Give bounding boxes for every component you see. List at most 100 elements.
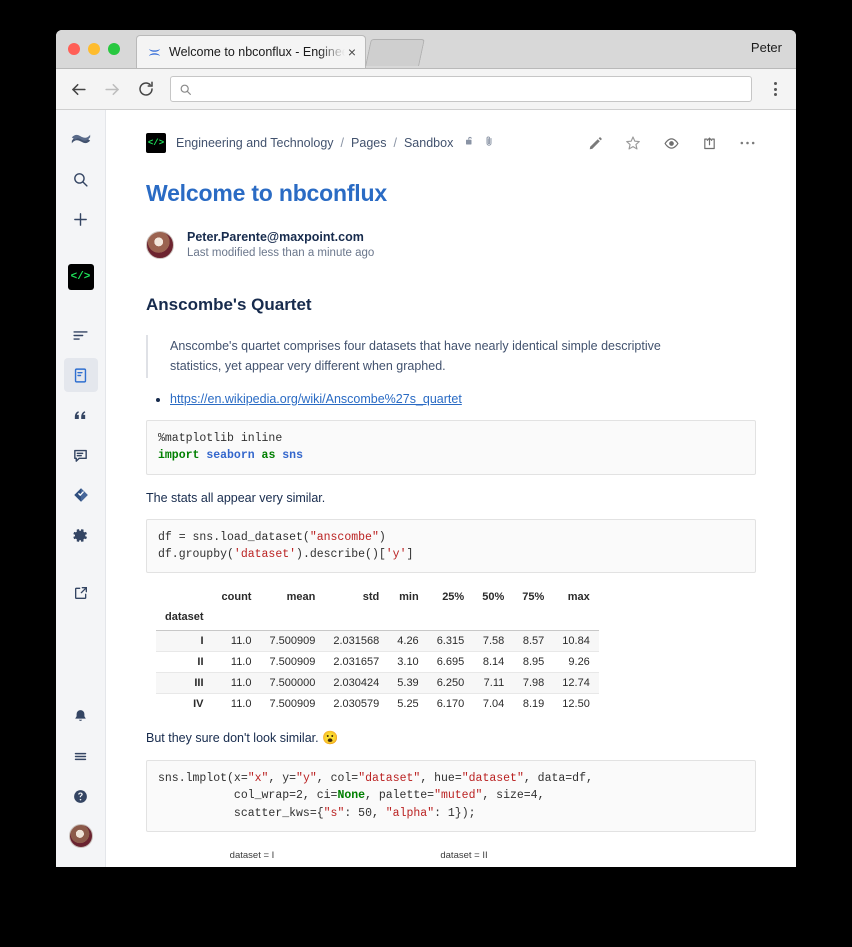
code-token: import [158,449,200,463]
table-cell: 11.0 [230,656,252,669]
browser-menu-button[interactable] [766,82,784,96]
more-icon[interactable] [739,140,756,146]
help-icon [74,789,87,803]
link-list: https://en.wikipedia.org/wiki/Anscombe%2… [146,392,756,406]
reload-button[interactable] [136,79,156,99]
sidebar-item-space-settings[interactable] [64,518,98,552]
new-tab-button[interactable] [365,39,425,66]
plot-title: dataset = I [229,849,275,861]
blog-quote-icon [74,410,86,419]
attachment-icon[interactable] [483,134,495,153]
page-content: </> Engineering and Technology / Pages /… [106,110,796,867]
code-token: scatter_kws={ [158,806,324,820]
table-cell: 7.500909 [269,698,316,711]
table-cell: 7.500909 [269,656,316,669]
confluence-logo-icon [71,134,90,144]
close-tab-button[interactable]: × [345,45,359,59]
breadcrumb-item-sandbox[interactable]: Sandbox [404,136,453,150]
code-token: %matplotlib inline [158,432,283,446]
forward-button[interactable] [102,79,122,99]
code-token: , y= [268,772,297,786]
back-button[interactable] [68,79,88,99]
global-sidebar: </> [56,110,106,867]
edit-icon[interactable] [588,136,603,151]
share-icon[interactable] [702,136,717,151]
code-token: : 1}); [434,806,476,820]
sidebar-item-blog[interactable] [64,398,98,432]
table-cell: 12.74 [562,677,590,690]
jupyter-x-icon [147,45,162,60]
code-token: "alpha" [385,806,435,820]
byline: Peter.Parente@maxpoint.com Last modified… [146,229,756,261]
code-token: ) [378,530,386,544]
row-index: II [197,656,204,669]
code-token: sns.lmplot(x= [158,772,248,786]
code-token: : 50, [344,806,386,820]
table-row: II 11.0 7.500909 2.031657 3.10 6.695 8.14 8.95 9… [156,651,599,673]
maximize-window-button[interactable] [108,43,120,55]
table-row: III 11.0 7.500000 2.030424 5.39 6.250 7.11 7.98… [156,672,599,694]
close-window-button[interactable] [68,43,80,55]
code-cell-describe[interactable]: df = sns.load_dataset("anscombe") df.gro… [146,518,756,574]
code-token: "dataset" [358,772,421,786]
author-name[interactable]: Peter.Parente@maxpoint.com [187,229,374,246]
dataframe-index-row: dataset [156,607,599,631]
row-index: I [200,635,204,648]
code-token: "y" [296,772,317,786]
table-cell: 8.19 [522,698,545,711]
sidebar-item-profile[interactable] [64,819,98,853]
table-cell: 6.250 [436,677,465,690]
external-link-icon [74,587,87,599]
blockquote-text: Anscombe's quartet comprises four datase… [170,339,661,373]
sidebar-divider-2 [64,300,98,318]
surprised-face-emoji: 😮 [322,730,339,746]
wikipedia-link[interactable]: https://en.wikipedia.org/wiki/Anscombe%2… [170,392,462,406]
sidebar-item-overview[interactable] [64,318,98,352]
title-bar: Welcome to nbconflux - Engineering and T… [56,30,796,69]
sidebar-item-menu[interactable] [64,739,98,773]
row-index: III [194,677,204,690]
plot-canvas: 81012 [177,866,179,867]
last-modified: Last modified less than a minute ago [187,246,375,259]
star-icon[interactable] [625,135,641,151]
sidebar-item-notifications[interactable] [64,699,98,733]
sidebar-item-space-logo[interactable]: </> [64,260,98,294]
table-cell: 8.95 [522,656,545,669]
sidebar-item-external-link[interactable] [64,576,98,610]
minimize-window-button[interactable] [88,43,100,55]
code-cell-import[interactable]: %matplotlib inline import seaborn as sns [146,420,756,475]
sidebar-item-pages[interactable] [63,358,98,392]
pages-icon [74,367,87,383]
code-cell-lmplot[interactable]: sns.lmplot(x="x", y="y", col="dataset", … [146,760,756,832]
table-cell: 12.50 [562,698,590,711]
blockquote: Anscombe's quartet comprises four datase… [146,335,756,379]
user-avatar [68,824,93,848]
breadcrumb-item-space[interactable]: Engineering and Technology [176,136,334,150]
table-cell: 11.0 [230,635,252,648]
sidebar-item-confluence-logo[interactable] [64,122,98,156]
sidebar-item-shortcut[interactable] [64,478,98,512]
sidebar-item-search[interactable] [64,162,98,196]
sidebar-item-comments[interactable] [64,438,98,472]
watch-icon[interactable] [663,135,680,152]
browser-tab-title: Welcome to nbconflux - Engineering and T… [169,45,345,59]
hamburger-menu-icon [74,752,87,760]
code-token: , hue= [420,772,462,786]
sidebar-item-help[interactable] [64,779,98,813]
breadcrumb-item-pages[interactable]: Pages [351,136,386,150]
overview-icon [73,330,88,340]
unlock-icon[interactable] [464,134,476,153]
table-cell: 2.031657 [333,656,380,669]
comment-icon [74,449,87,462]
table-cell: 3.10 [397,656,419,669]
author-avatar[interactable] [146,231,174,260]
dataframe-column-header: mean [260,587,325,608]
address-bar[interactable] [170,76,752,102]
code-token: "dataset" [461,772,524,786]
browser-profile-name[interactable]: Peter [751,40,782,55]
breadcrumb-icons [464,134,495,153]
page-title: Welcome to nbconflux [146,180,387,206]
table-cell: 2.031568 [333,635,380,648]
browser-tab[interactable]: Welcome to nbconflux - Engineering and T… [136,35,366,68]
sidebar-item-create[interactable] [64,202,98,236]
